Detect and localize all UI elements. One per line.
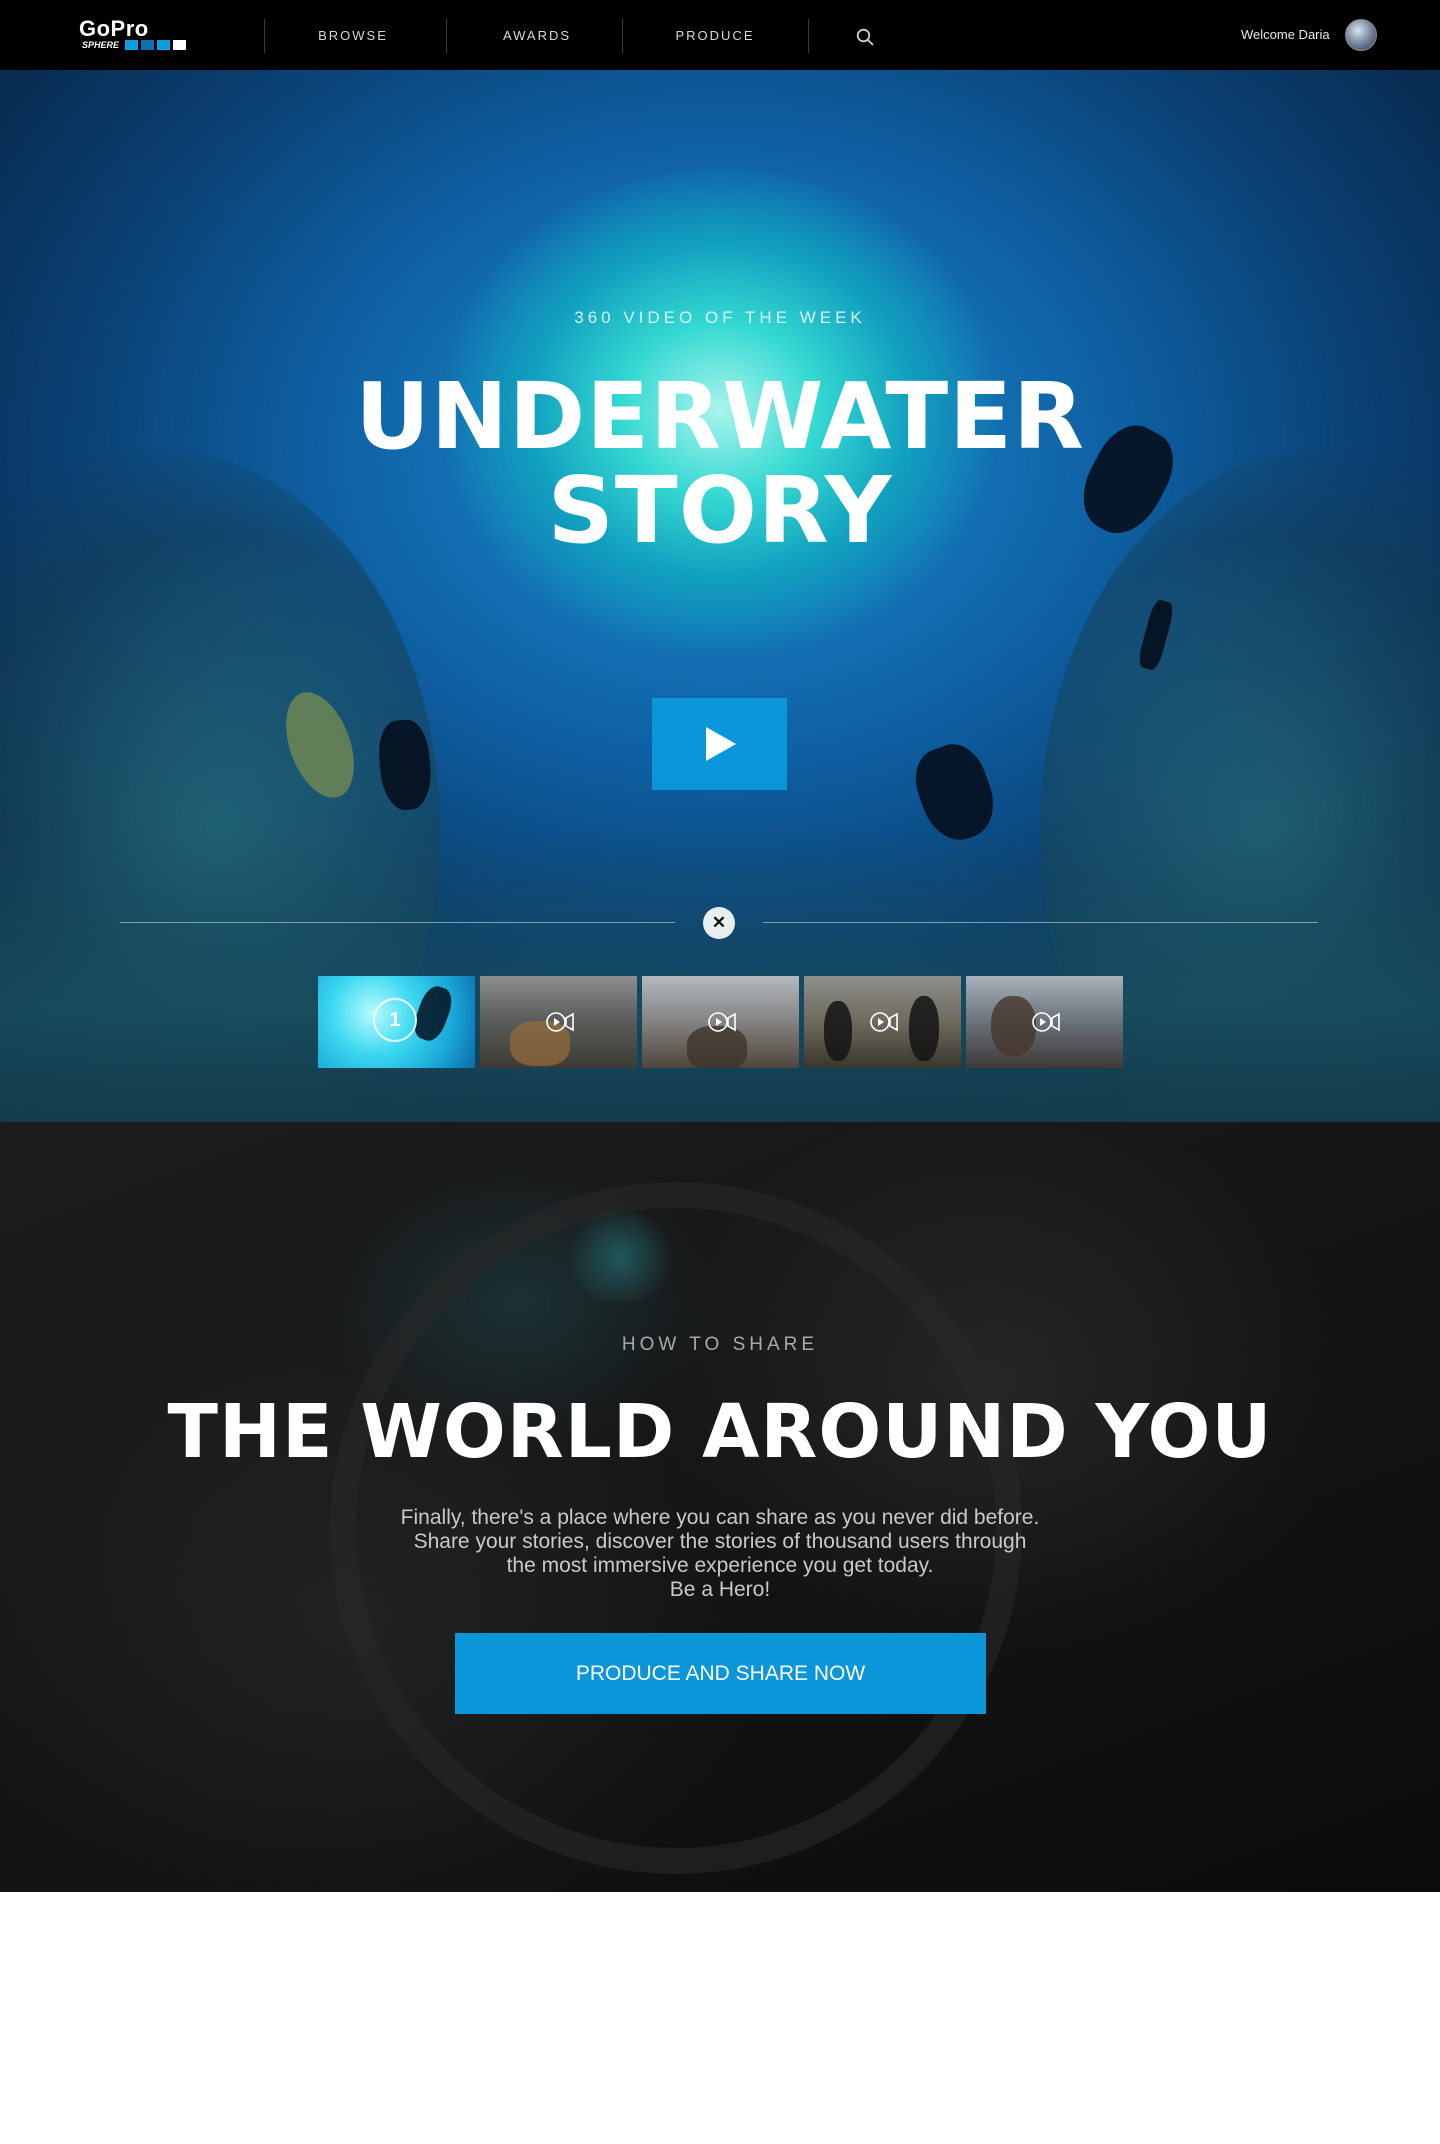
logo-subbrand: SPHERE <box>82 39 187 51</box>
close-icon[interactable]: ✕ <box>703 907 735 939</box>
share-description-line: the most immersive experience you get to… <box>506 1554 934 1577</box>
video-thumbnail-underwater[interactable]: 1 <box>318 976 475 1068</box>
share-description-line: Finally, there's a place where you can s… <box>400 1506 1040 1529</box>
logo-square-icon <box>125 40 139 50</box>
play-icon <box>706 727 736 761</box>
video-camera-icon <box>546 1012 574 1032</box>
logo-square-icon <box>141 40 155 50</box>
thumb-scene-shape <box>824 1001 852 1061</box>
produce-and-share-button[interactable]: PRODUCE AND SHARE NOW <box>455 1633 986 1714</box>
share-description-line: Be a Hero! <box>669 1578 771 1601</box>
avatar[interactable] <box>1345 19 1377 51</box>
how-to-share-section: HOW TO SHARE THE WORLD AROUND YOU Finall… <box>0 1122 1440 1892</box>
video-thumbnail-mountain-selfie[interactable] <box>966 976 1123 1068</box>
thumb-scene-shape <box>991 996 1036 1056</box>
video-camera-icon <box>870 1012 898 1032</box>
video-camera-icon <box>708 1012 736 1032</box>
nav-divider <box>622 19 623 53</box>
logo-sphere-text: SPHERE <box>82 40 120 50</box>
welcome-user-text: Welcome Daria <box>1241 27 1330 42</box>
thumb-divider-line <box>120 922 675 923</box>
hero-title: UNDERWATER STORY <box>0 370 1440 558</box>
share-eyebrow: HOW TO SHARE <box>621 1334 819 1355</box>
share-title: THE WORLD AROUND YOU <box>167 1389 1273 1475</box>
nav-divider <box>808 19 809 53</box>
thumb-scene-shape <box>909 996 939 1061</box>
top-navigation: GoPro SPHERE BROWSE AWARDS PRODUCE Welco… <box>0 0 1440 70</box>
share-description: Finally, there's a place where you can s… <box>0 1506 1440 1602</box>
thumb-active-number: 1 <box>373 998 417 1042</box>
thumb-divider-line <box>763 922 1318 923</box>
hero-title-line: STORY <box>547 457 893 564</box>
video-thumbnail-penguins[interactable] <box>804 976 961 1068</box>
hero-eyebrow: 360 VIDEO OF THE WEEK <box>574 308 866 327</box>
share-description-line: Share your stories, discover the stories… <box>413 1530 1027 1553</box>
hero-section: 360 VIDEO OF THE WEEK UNDERWATER STORY ✕… <box>0 70 1440 1122</box>
logo-square-icon <box>157 40 171 50</box>
play-button[interactable] <box>652 698 787 790</box>
video-thumbnail-snow-park[interactable] <box>642 976 799 1068</box>
nav-link-browse[interactable]: BROWSE <box>288 28 418 43</box>
logo-wordmark: GoPro <box>79 16 149 41</box>
video-thumbnail-boat[interactable] <box>480 976 637 1068</box>
gopro-sphere-logo[interactable]: GoPro SPHERE <box>79 18 189 52</box>
nav-divider <box>446 19 447 53</box>
logo-square-icon <box>173 40 187 50</box>
nav-divider <box>264 19 265 53</box>
nav-link-produce[interactable]: PRODUCE <box>650 28 780 43</box>
hero-title-line: UNDERWATER <box>355 363 1085 470</box>
video-camera-icon <box>1032 1012 1060 1032</box>
nav-link-awards[interactable]: AWARDS <box>472 28 602 43</box>
search-icon[interactable] <box>856 28 874 46</box>
share-background-visor <box>560 1212 680 1302</box>
thumb-diver-silhouette <box>409 982 457 1045</box>
